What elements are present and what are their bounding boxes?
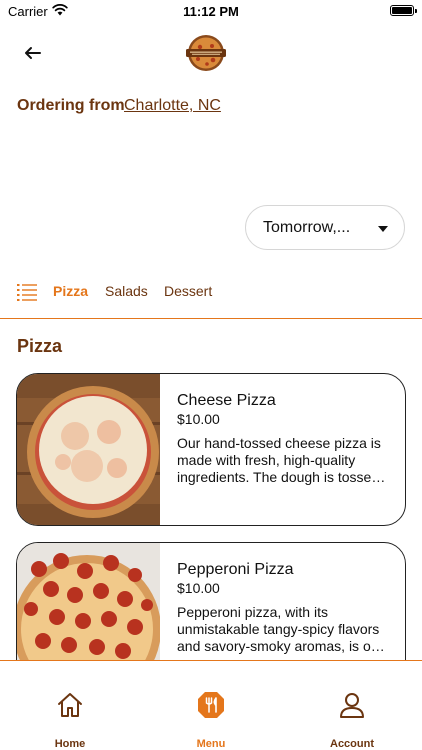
date-dropdown-value: Tomorrow,...	[263, 219, 351, 236]
category-tab-salads[interactable]: Salads	[105, 283, 148, 299]
status-bar: Carrier 11:12 PM	[0, 0, 422, 24]
section-title: Pizza	[17, 336, 63, 356]
menu-icon	[198, 692, 224, 718]
menu-item-description: Our hand-tossed cheese pizza is made wit…	[177, 435, 381, 485]
caret-down-icon	[378, 226, 388, 232]
location-link[interactable]: Charlotte, NC	[124, 97, 221, 115]
category-tab-pizza[interactable]: Pizza	[53, 283, 88, 299]
date-dropdown[interactable]: Tomorrow,...	[245, 205, 405, 250]
nav-item-menu[interactable]: Menu	[141, 661, 281, 750]
cheese-pizza-image	[17, 374, 160, 525]
home-icon	[58, 693, 82, 717]
menu-item-card-cheese-pizza[interactable]: Cheese Pizza $10.00 Our hand-tossed chee…	[16, 373, 406, 526]
bottom-nav: Home Menu Account	[0, 660, 422, 750]
ordering-from-label: Ordering from	[17, 97, 125, 114]
menu-item-description: Pepperoni pizza, with its unmistakable t…	[177, 604, 387, 654]
battery-icon	[390, 5, 417, 16]
nav-label-account: Account	[330, 738, 374, 750]
list-icon[interactable]	[17, 283, 37, 301]
category-divider	[0, 318, 422, 319]
menu-item-name: Pepperoni Pizza	[177, 561, 294, 578]
restaurant-logo	[186, 35, 226, 71]
category-tab-dessert[interactable]: Dessert	[164, 283, 212, 299]
nav-item-home[interactable]: Home	[0, 661, 140, 750]
nav-label-menu: Menu	[196, 738, 226, 750]
menu-item-price: $10.00	[177, 580, 220, 596]
nav-item-account[interactable]: Account	[282, 661, 422, 750]
arrow-left-icon[interactable]	[20, 40, 46, 66]
status-time: 11:12 PM	[183, 4, 239, 19]
menu-item-price: $10.00	[177, 411, 220, 427]
nav-label-home: Home	[54, 738, 86, 750]
account-icon	[340, 693, 364, 718]
menu-item-name: Cheese Pizza	[177, 392, 276, 409]
